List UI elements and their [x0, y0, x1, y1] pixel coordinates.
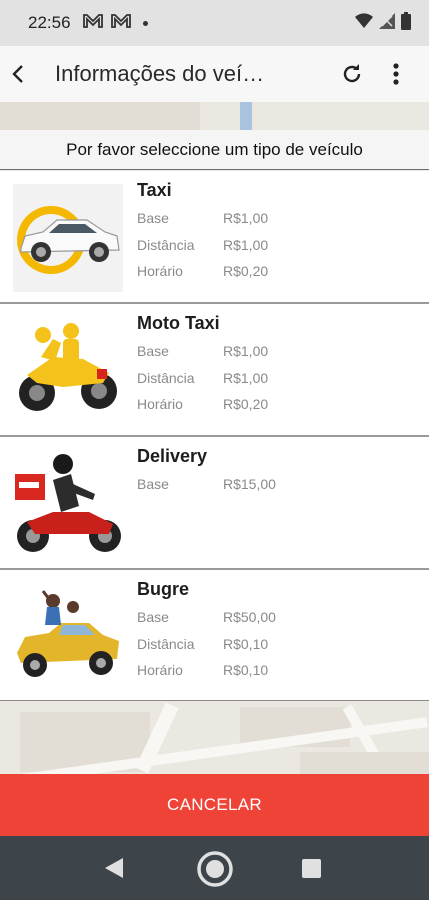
more-vert-icon — [393, 63, 399, 85]
battery-icon — [401, 11, 411, 35]
vehicle-type-prompt: Por favor seleccione um tipo de veículo — [0, 130, 429, 170]
gmail-icon — [110, 13, 131, 33]
vehicle-name: Bugre — [137, 579, 190, 599]
taxi-car-icon — [13, 184, 123, 292]
nav-recents-button[interactable] — [302, 859, 321, 878]
fare-label: Horário — [137, 396, 183, 412]
fare-label: Horário — [137, 263, 183, 279]
page-title: Informações do veí… — [55, 61, 265, 86]
fare-label: Base — [137, 210, 169, 226]
cancel-button[interactable]: CANCELAR — [0, 774, 429, 836]
vehicle-item-bugre[interactable]: Bugre Base R$50,00 Distância R$0,10 Horá… — [0, 570, 429, 701]
wifi-icon — [355, 12, 373, 34]
nav-back-button[interactable] — [103, 856, 125, 885]
buggy-icon — [13, 583, 123, 691]
gmail-icon — [82, 13, 103, 33]
vehicle-item-delivery[interactable]: Delivery Base R$15,00 — [0, 437, 429, 570]
status-time: 22:56 — [28, 13, 71, 32]
fare-value: R$1,00 — [223, 237, 269, 253]
signal-icon — [379, 12, 395, 34]
fare-label: Base — [137, 609, 169, 625]
fare-label: Distância — [137, 370, 195, 386]
fare-value: R$0,20 — [223, 263, 269, 279]
vehicle-name: Delivery — [137, 446, 208, 466]
app-bar: Informações do veí… — [0, 46, 429, 102]
vehicle-name: Moto Taxi — [137, 313, 220, 333]
delivery-motorcycle-icon — [13, 450, 123, 558]
fare-value: R$0,20 — [223, 396, 269, 412]
more-options-button[interactable] — [382, 58, 410, 90]
vehicle-item-moto-taxi[interactable]: Moto Taxi Base R$1,00 Distância R$1,00 H… — [0, 304, 429, 437]
refresh-button[interactable] — [336, 58, 368, 90]
fare-value: R$1,00 — [223, 343, 269, 359]
fare-label: Base — [137, 476, 169, 492]
vehicle-name: Taxi — [137, 180, 172, 200]
fare-value: R$0,10 — [223, 662, 269, 678]
fare-value: R$50,00 — [223, 609, 276, 625]
fare-label: Base — [137, 343, 169, 359]
fare-label: Horário — [137, 662, 183, 678]
fare-value: R$0,10 — [223, 636, 269, 652]
status-bar: 22:56 — [0, 0, 429, 46]
motorcycle-icon — [13, 317, 123, 425]
fare-label: Distância — [137, 237, 195, 253]
back-arrow-icon — [12, 65, 23, 83]
back-button[interactable] — [0, 46, 38, 102]
home-circle-icon — [197, 851, 233, 887]
vehicle-list: Taxi Base R$1,00 Distância R$1,00 Horári… — [0, 171, 429, 701]
fare-value: R$1,00 — [223, 370, 269, 386]
dot-icon — [142, 20, 148, 26]
fare-value: R$1,00 — [223, 210, 269, 226]
fare-label: Distância — [137, 636, 195, 652]
refresh-icon — [343, 64, 361, 83]
nav-home-button[interactable] — [196, 850, 234, 893]
vehicle-item-taxi[interactable]: Taxi Base R$1,00 Distância R$1,00 Horári… — [0, 171, 429, 304]
system-nav-bar — [0, 836, 429, 900]
fare-value: R$15,00 — [223, 476, 276, 492]
back-triangle-icon — [105, 858, 123, 878]
